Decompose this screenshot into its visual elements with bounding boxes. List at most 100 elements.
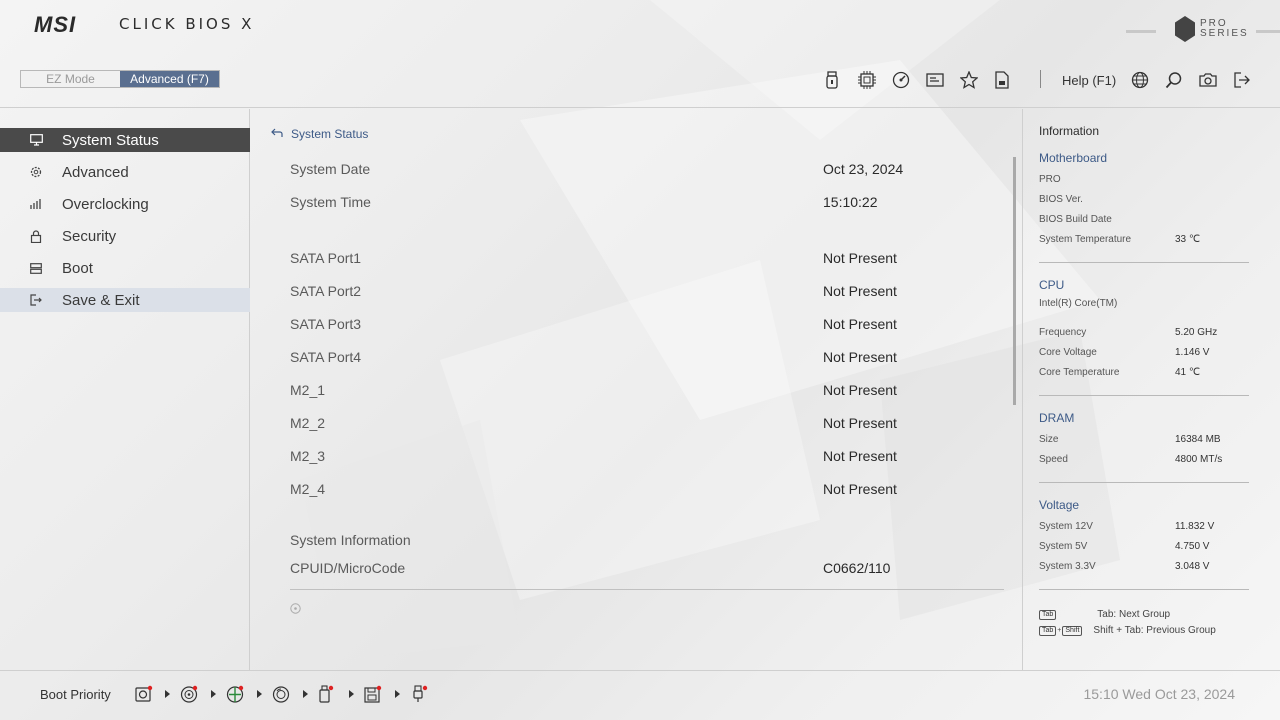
- mode-toggle: EZ Mode Advanced (F7): [20, 70, 220, 88]
- memory-card-icon[interactable]: [924, 69, 946, 91]
- motherboard-name: PRO: [1039, 174, 1061, 185]
- settings-row-m2-3: M2_3 Not Present: [290, 448, 1003, 468]
- settings-row-m2-1: M2_1 Not Present: [290, 382, 1003, 402]
- sidebar-item-label: Security: [62, 227, 117, 245]
- usb-key-icon[interactable]: [412, 685, 432, 705]
- gauge-icon: [0, 198, 62, 210]
- info-divider: [1039, 262, 1249, 263]
- speedometer-icon[interactable]: [890, 69, 912, 91]
- msi-logo: MSI: [34, 12, 77, 37]
- monitor-icon: [0, 134, 62, 146]
- row-key: SATA Port4: [290, 349, 362, 365]
- header-dash-left: [1126, 30, 1156, 33]
- pro-series-badge-icon: [1175, 16, 1195, 42]
- voltage-heading: Voltage: [1039, 498, 1080, 512]
- pro-series-logo: PRO SERIES: [1175, 16, 1249, 42]
- main-panel: System Status System Date Oct 23, 2024 Sy…: [251, 109, 1021, 670]
- cpu-name: Intel(R) Core(TM): [1039, 298, 1118, 309]
- settings-row-sata-port1: SATA Port1 Not Present: [290, 250, 1003, 270]
- advanced-mode-button[interactable]: Advanced (F7): [120, 71, 219, 87]
- sidebar-item-save-exit[interactable]: Save & Exit: [0, 288, 250, 312]
- network-disc-icon[interactable]: [226, 685, 246, 705]
- boot-order-arrow: [349, 690, 354, 698]
- row-key: M2_2: [290, 415, 326, 431]
- bios-title: CLICK BIOS X: [119, 15, 255, 33]
- sidebar-item-label: Overclocking: [62, 195, 149, 213]
- row-value: Not Present: [823, 448, 897, 464]
- row-value: Not Present: [823, 349, 897, 365]
- boot-order-arrow: [303, 690, 308, 698]
- row-value[interactable]: Oct 23, 2024: [823, 161, 903, 177]
- core-temperature-row: Core Temperature 41 ℃: [1039, 367, 1201, 378]
- dram-heading: DRAM: [1039, 411, 1075, 425]
- footer: Boot Priority 15:10 Wed Oct 23, 2024: [0, 670, 1280, 720]
- star-icon[interactable]: [958, 69, 980, 91]
- settings-row-system-date[interactable]: System Date Oct 23, 2024: [290, 161, 1003, 181]
- header-dash-right: [1256, 30, 1280, 33]
- sidebar-item-overclocking[interactable]: Overclocking: [0, 192, 250, 216]
- settings-row-m2-4: M2_4 Not Present: [290, 481, 1003, 501]
- system-information-link[interactable]: System Information: [290, 532, 411, 548]
- row-key: M2_3: [290, 448, 326, 464]
- info-divider: [1039, 395, 1249, 396]
- settings-row-cpuid: CPUID/MicroCode C0662/110: [290, 560, 1003, 580]
- globe-icon[interactable]: [1129, 69, 1151, 91]
- sidebar-item-advanced[interactable]: Advanced: [0, 160, 250, 184]
- sidebar-item-security[interactable]: Security: [0, 224, 250, 248]
- help-button[interactable]: Help (F1): [1062, 73, 1116, 88]
- tab-key-icon: Tab: [1039, 609, 1057, 620]
- boot-priority-label: Boot Priority: [40, 687, 111, 702]
- floppy-icon[interactable]: [364, 685, 384, 705]
- row-key: System Date: [290, 161, 371, 177]
- camera-icon[interactable]: [1197, 69, 1219, 91]
- gear-icon: [0, 166, 62, 178]
- breadcrumb-label: System Status: [291, 127, 369, 141]
- row-key: SATA Port2: [290, 283, 362, 299]
- disc-icon[interactable]: [272, 685, 292, 705]
- boot-order-arrow: [395, 690, 400, 698]
- dram-size-row: Size 16384 MB: [1039, 434, 1221, 445]
- search-icon[interactable]: [1163, 69, 1185, 91]
- help-divider: [290, 589, 1004, 590]
- exit-icon[interactable]: [1231, 69, 1253, 91]
- back-arrow-icon[interactable]: [271, 127, 283, 141]
- drive-icon: [0, 262, 62, 274]
- document-icon[interactable]: [991, 69, 1013, 91]
- motherboard-heading: Motherboard: [1039, 151, 1108, 165]
- hint-previous-group: Tab + Shift Shift + Tab: Previous Group: [1039, 625, 1216, 636]
- header: MSI CLICK BIOS X PRO SERIES EZ Mode Adva…: [0, 0, 1280, 108]
- row-value[interactable]: 15:10:22: [823, 194, 878, 210]
- cpu-heading: CPU: [1039, 278, 1065, 292]
- sidebar-item-label: Advanced: [62, 163, 129, 181]
- row-value: Not Present: [823, 250, 897, 266]
- settings-row-m2-2: M2_2 Not Present: [290, 415, 1003, 435]
- core-voltage-row: Core Voltage 1.146 V: [1039, 347, 1210, 358]
- shift-key-icon: Shift: [1062, 625, 1083, 636]
- system-12v-row: System 12V 11.832 V: [1039, 521, 1215, 532]
- clock-display: 15:10 Wed Oct 23, 2024: [1083, 686, 1235, 702]
- settings-row-system-time[interactable]: System Time 15:10:22: [290, 194, 1003, 214]
- hdd-icon[interactable]: [135, 685, 155, 705]
- sidebar-item-boot[interactable]: Boot: [0, 256, 250, 280]
- hint-prev-text: Shift + Tab: Previous Group: [1093, 625, 1216, 636]
- sidebar: System Status Advanced Overclocking Secu…: [0, 109, 250, 670]
- row-key: CPUID/MicroCode: [290, 560, 406, 576]
- hint-next-text: Tab: Next Group: [1097, 609, 1171, 620]
- boot-order-arrow: [257, 690, 262, 698]
- row-value: C0662/110: [823, 560, 891, 576]
- sidebar-item-system-status[interactable]: System Status: [0, 128, 250, 152]
- row-key: System Time: [290, 194, 371, 210]
- usb-drive-icon[interactable]: [821, 69, 843, 91]
- scrollbar[interactable]: [1013, 157, 1016, 405]
- breadcrumb[interactable]: System Status: [271, 127, 368, 141]
- lock-icon: [0, 229, 62, 243]
- row-value: Not Present: [823, 481, 897, 497]
- cpu-chip-icon[interactable]: [856, 69, 878, 91]
- usb-drive-icon[interactable]: [318, 685, 338, 705]
- pro-series-line2: SERIES: [1200, 28, 1249, 39]
- bios-build-row: BIOS Build Date: [1039, 214, 1112, 225]
- optical-disc-icon[interactable]: [180, 685, 200, 705]
- ez-mode-button[interactable]: EZ Mode: [21, 71, 120, 87]
- info-divider: [1039, 482, 1249, 483]
- logout-icon: [0, 294, 62, 306]
